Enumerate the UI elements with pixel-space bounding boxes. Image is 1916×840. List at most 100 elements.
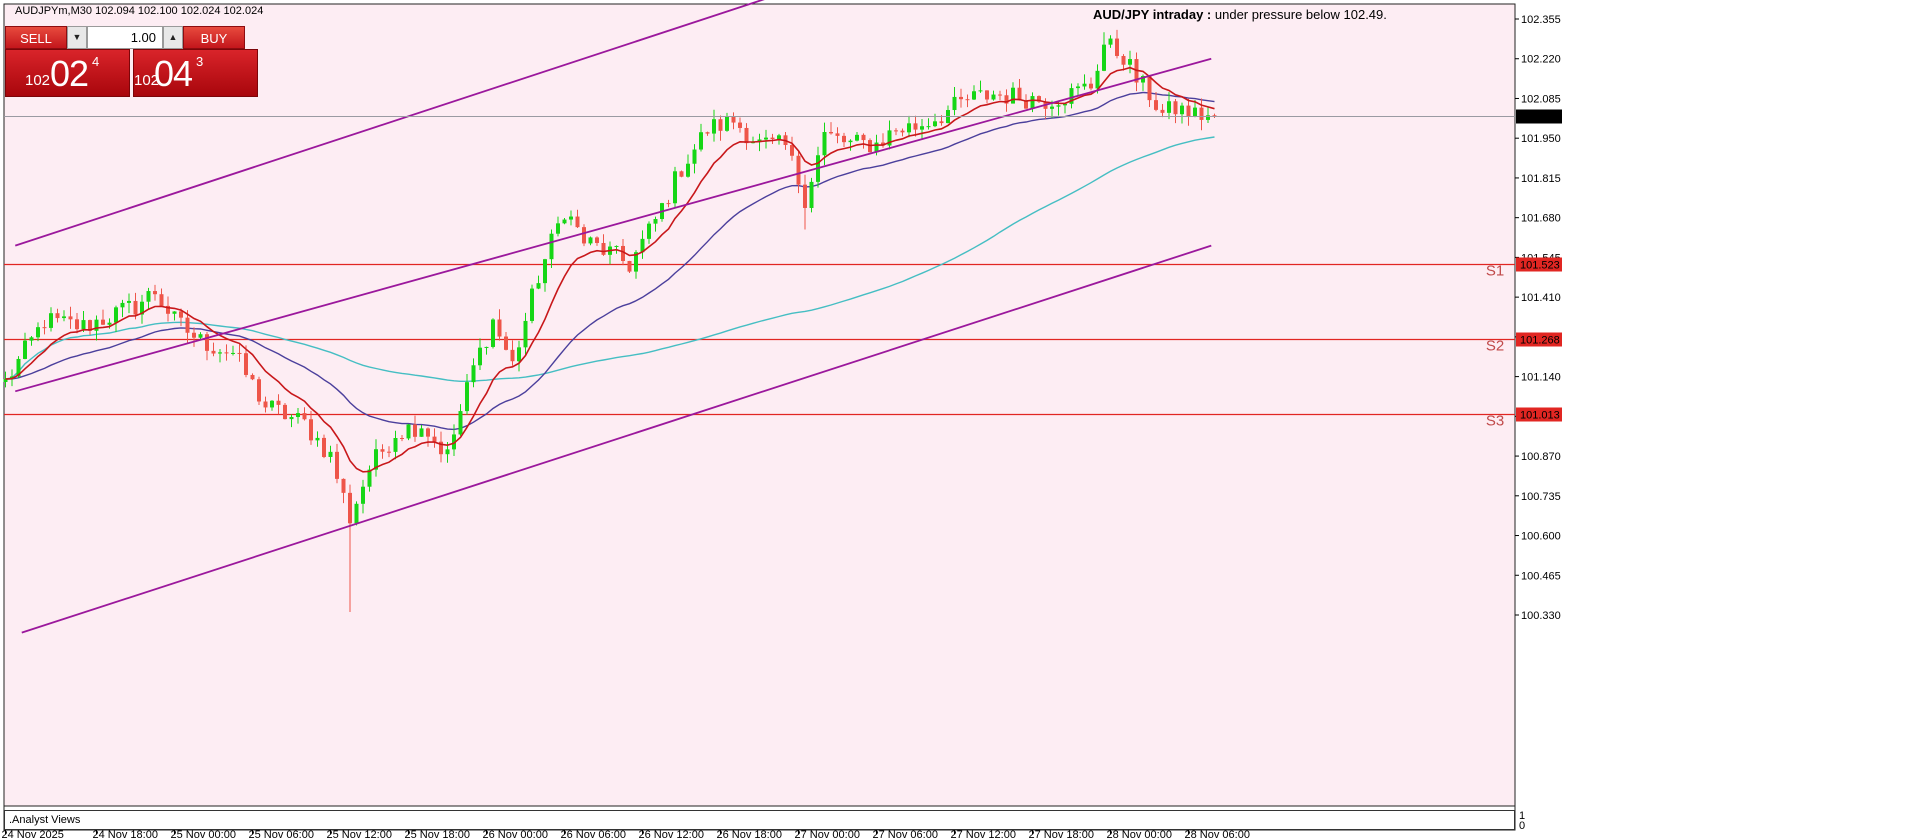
candle-body [978,90,983,92]
candle-body [146,291,151,302]
candle-body [478,347,482,366]
candle-body [900,130,905,133]
time-tick-label: 25 Nov 12:00 [327,829,392,840]
lot-size-input[interactable]: 1.00 [87,26,163,49]
time-tick-label: 24 Nov 18:00 [93,829,158,840]
chart-header: AUDJPYm,M30 102.094 102.100 102.024 102.… [15,5,263,17]
candle-body [49,313,53,328]
lot-decrease-button[interactable]: ▼ [67,26,87,49]
candle-body [1050,106,1054,109]
candle-body [107,322,112,325]
candle [491,318,495,349]
candle-body [380,449,385,452]
candle-body [1115,38,1119,56]
candle-body [491,319,495,347]
price-tick-label: 102.085 [1521,93,1561,105]
candle-body [1076,86,1080,89]
candle-body [406,424,411,439]
candle-body [465,382,469,412]
candle-body [536,283,541,289]
candle-body [23,340,27,359]
time-tick-label: 25 Nov 06:00 [249,829,314,840]
candle-body [712,119,716,134]
price-tick-label: 101.815 [1521,173,1561,185]
candle-body [1193,107,1197,117]
analyst-comment-text: under pressure below 102.49. [1214,7,1387,22]
candle-body [543,259,547,284]
candle-body [1108,38,1113,45]
sell-quote[interactable]: 102 02 4 [5,49,130,97]
candle-body [627,260,632,272]
buy-quote[interactable]: 102 04 3 [133,49,258,97]
candle-body [133,300,138,315]
time-tick-label: 27 Nov 06:00 [873,829,938,840]
time-tick-label: 26 Nov 00:00 [483,829,548,840]
price-tick-label: 100.465 [1521,570,1561,582]
candle-body [1089,83,1093,89]
plot-background [3,3,1516,807]
candle-body [179,311,183,318]
candle-body [517,347,521,362]
buy-price-big: 04 [154,53,193,94]
candle-body [29,337,34,341]
candle-body [1095,70,1100,89]
candle-body [354,503,359,524]
candle-body [231,352,235,354]
candle-body [894,130,898,132]
candle-body [556,223,560,234]
ohlc-values: 102.094 102.100 102.024 102.024 [95,5,264,17]
candle-body [153,291,157,295]
analyst-comment-title: AUD/JPY intraday : [1093,7,1212,22]
candle-body [419,428,424,437]
candle-body [1030,96,1035,109]
candle-body [81,320,86,330]
candle-body [341,478,346,493]
candle [530,284,534,324]
lot-increase-button[interactable]: ▲ [163,26,183,49]
price-tick-label: 101.410 [1521,292,1561,304]
level-price-label: 101.523 [1520,260,1560,272]
candle-body [653,219,658,224]
candle-body [673,171,677,204]
candle-body [237,352,242,354]
candle-body [614,245,619,247]
support-label-s3: S3 [1486,413,1504,430]
sell-button[interactable]: SELL [5,26,67,49]
candle-body [257,379,261,402]
time-tick-label: 26 Nov 18:00 [717,829,782,840]
candle-body [647,223,651,239]
candle-body [913,123,918,130]
candle-body [1011,87,1015,104]
price-chart[interactable]: S1 S2 S3 102.355 102.220 102.085 101.950 101.8… [0,0,1916,840]
candle-body [1160,109,1165,113]
price-tick-label: 101.950 [1521,133,1561,145]
candle-body [991,94,996,100]
candle-body [432,436,437,442]
candle-body [244,353,248,375]
subwindow-axis: 10 [1519,810,1525,832]
candle-body [920,126,924,130]
candle-body [198,334,203,338]
current-price-label: 102.024 [1520,112,1560,124]
buy-button[interactable]: BUY [183,26,245,49]
level-price-label: 101.268 [1520,335,1560,347]
triangle-down-icon: ▼ [72,32,82,42]
candle-body [764,137,768,140]
candle-body [224,352,229,354]
candle-body [270,400,274,408]
candle-body [1128,59,1132,65]
candle-body [127,300,131,303]
candle-body [289,417,294,420]
candle-body [1167,101,1171,113]
price-tick-label: 100.870 [1521,451,1561,463]
candle-body [400,437,404,439]
one-click-trading-panel: SELL ▼ 1.00 ▲ BUY 102 02 4 102 04 3 [5,26,258,97]
analyst-comment: AUD/JPY intraday : under pressure below … [1093,7,1387,22]
buy-price-point: 3 [196,54,204,69]
time-tick-label: 25 Nov 18:00 [405,829,470,840]
candle-body [211,350,216,354]
candle-body [699,132,703,150]
candle-body [185,317,190,333]
candle-body [361,486,365,504]
candle-body [952,96,957,111]
